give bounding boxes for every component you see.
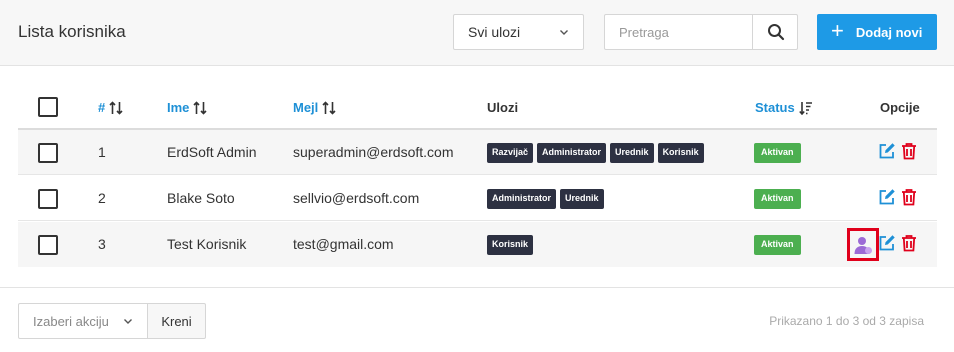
column-header-email[interactable]: Mejl — [293, 100, 336, 115]
edit-icon[interactable] — [878, 188, 896, 206]
role-badge: Administrator — [487, 189, 557, 209]
footer-divider — [0, 287, 954, 288]
column-header-status[interactable]: Status — [755, 100, 813, 115]
row-id: 1 — [98, 144, 106, 160]
role-badge: Urednik — [560, 189, 604, 209]
select-all-checkbox[interactable] — [38, 97, 58, 117]
edit-icon[interactable] — [878, 142, 896, 160]
pagination-info: Prikazano 1 do 3 od 3 zapisa — [769, 314, 924, 328]
row-roles: Razvijač Administrator Urednik Korisnik — [487, 143, 704, 163]
table-row: 3 Test Korisnik test@gmail.com Korisnik … — [18, 222, 937, 267]
plus-icon: + — [831, 18, 844, 43]
role-badge: Razvijač — [487, 143, 534, 163]
role-badge: Administrator — [537, 143, 607, 163]
user-impersonate-icon — [854, 236, 872, 254]
row-email: test@gmail.com — [293, 236, 394, 252]
add-new-label: Dodaj novi — [855, 24, 923, 40]
impersonate-user-button[interactable] — [847, 228, 879, 261]
row-checkbox[interactable] — [38, 235, 58, 255]
chevron-down-icon — [560, 30, 568, 35]
trash-icon[interactable] — [900, 188, 918, 206]
sort-icon — [322, 101, 336, 115]
role-filter-value: Svi ulozi — [468, 24, 521, 40]
chevron-down-icon — [124, 319, 132, 324]
role-filter-select[interactable]: Svi ulozi — [453, 14, 584, 50]
trash-icon[interactable] — [900, 142, 918, 160]
page-header: Lista korisnika Svi ulozi + Dodaj novi — [0, 0, 954, 66]
bulk-action-value: Izaberi akciju — [33, 314, 109, 329]
table-row: 1 ErdSoft Admin superadmin@erdsoft.com R… — [18, 130, 937, 175]
table-row: 2 Blake Soto sellvio@erdsoft.com Adminis… — [18, 176, 937, 221]
column-header-options: Opcije — [880, 100, 920, 115]
row-email: superadmin@erdsoft.com — [293, 144, 454, 160]
row-roles: Administrator Urednik — [487, 189, 604, 209]
row-id: 2 — [98, 190, 106, 206]
go-button[interactable]: Kreni — [147, 303, 206, 339]
role-badge: Korisnik — [487, 235, 534, 255]
row-roles: Korisnik — [487, 235, 534, 255]
search-box — [604, 14, 798, 50]
search-input[interactable] — [605, 15, 752, 49]
trash-icon[interactable] — [900, 234, 918, 252]
role-badge: Korisnik — [657, 143, 704, 163]
status-badge: Aktivan — [754, 189, 801, 209]
row-email: sellvio@erdsoft.com — [293, 190, 420, 206]
table-header-row: # Ime Mejl Ulozi Status Opcije — [18, 85, 937, 130]
row-checkbox[interactable] — [38, 143, 58, 163]
row-name: ErdSoft Admin — [167, 144, 257, 160]
add-new-button[interactable]: + Dodaj novi — [817, 14, 937, 50]
status-badge: Aktivan — [754, 235, 801, 255]
sort-icon — [109, 101, 123, 115]
bulk-action-select[interactable]: Izaberi akciju — [18, 303, 148, 339]
row-name: Blake Soto — [167, 190, 235, 206]
column-header-name[interactable]: Ime — [167, 100, 207, 115]
edit-icon[interactable] — [878, 234, 896, 252]
row-id: 3 — [98, 236, 106, 252]
sort-desc-icon — [798, 102, 812, 115]
column-header-roles: Ulozi — [487, 100, 519, 115]
sort-icon — [193, 101, 207, 115]
row-checkbox[interactable] — [38, 189, 58, 209]
status-badge: Aktivan — [754, 143, 801, 163]
page-title: Lista korisnika — [18, 22, 126, 41]
role-badge: Urednik — [610, 143, 654, 163]
search-icon — [767, 24, 784, 41]
column-header-id[interactable]: # — [98, 100, 123, 115]
row-name: Test Korisnik — [167, 236, 247, 252]
search-button[interactable] — [752, 15, 798, 49]
